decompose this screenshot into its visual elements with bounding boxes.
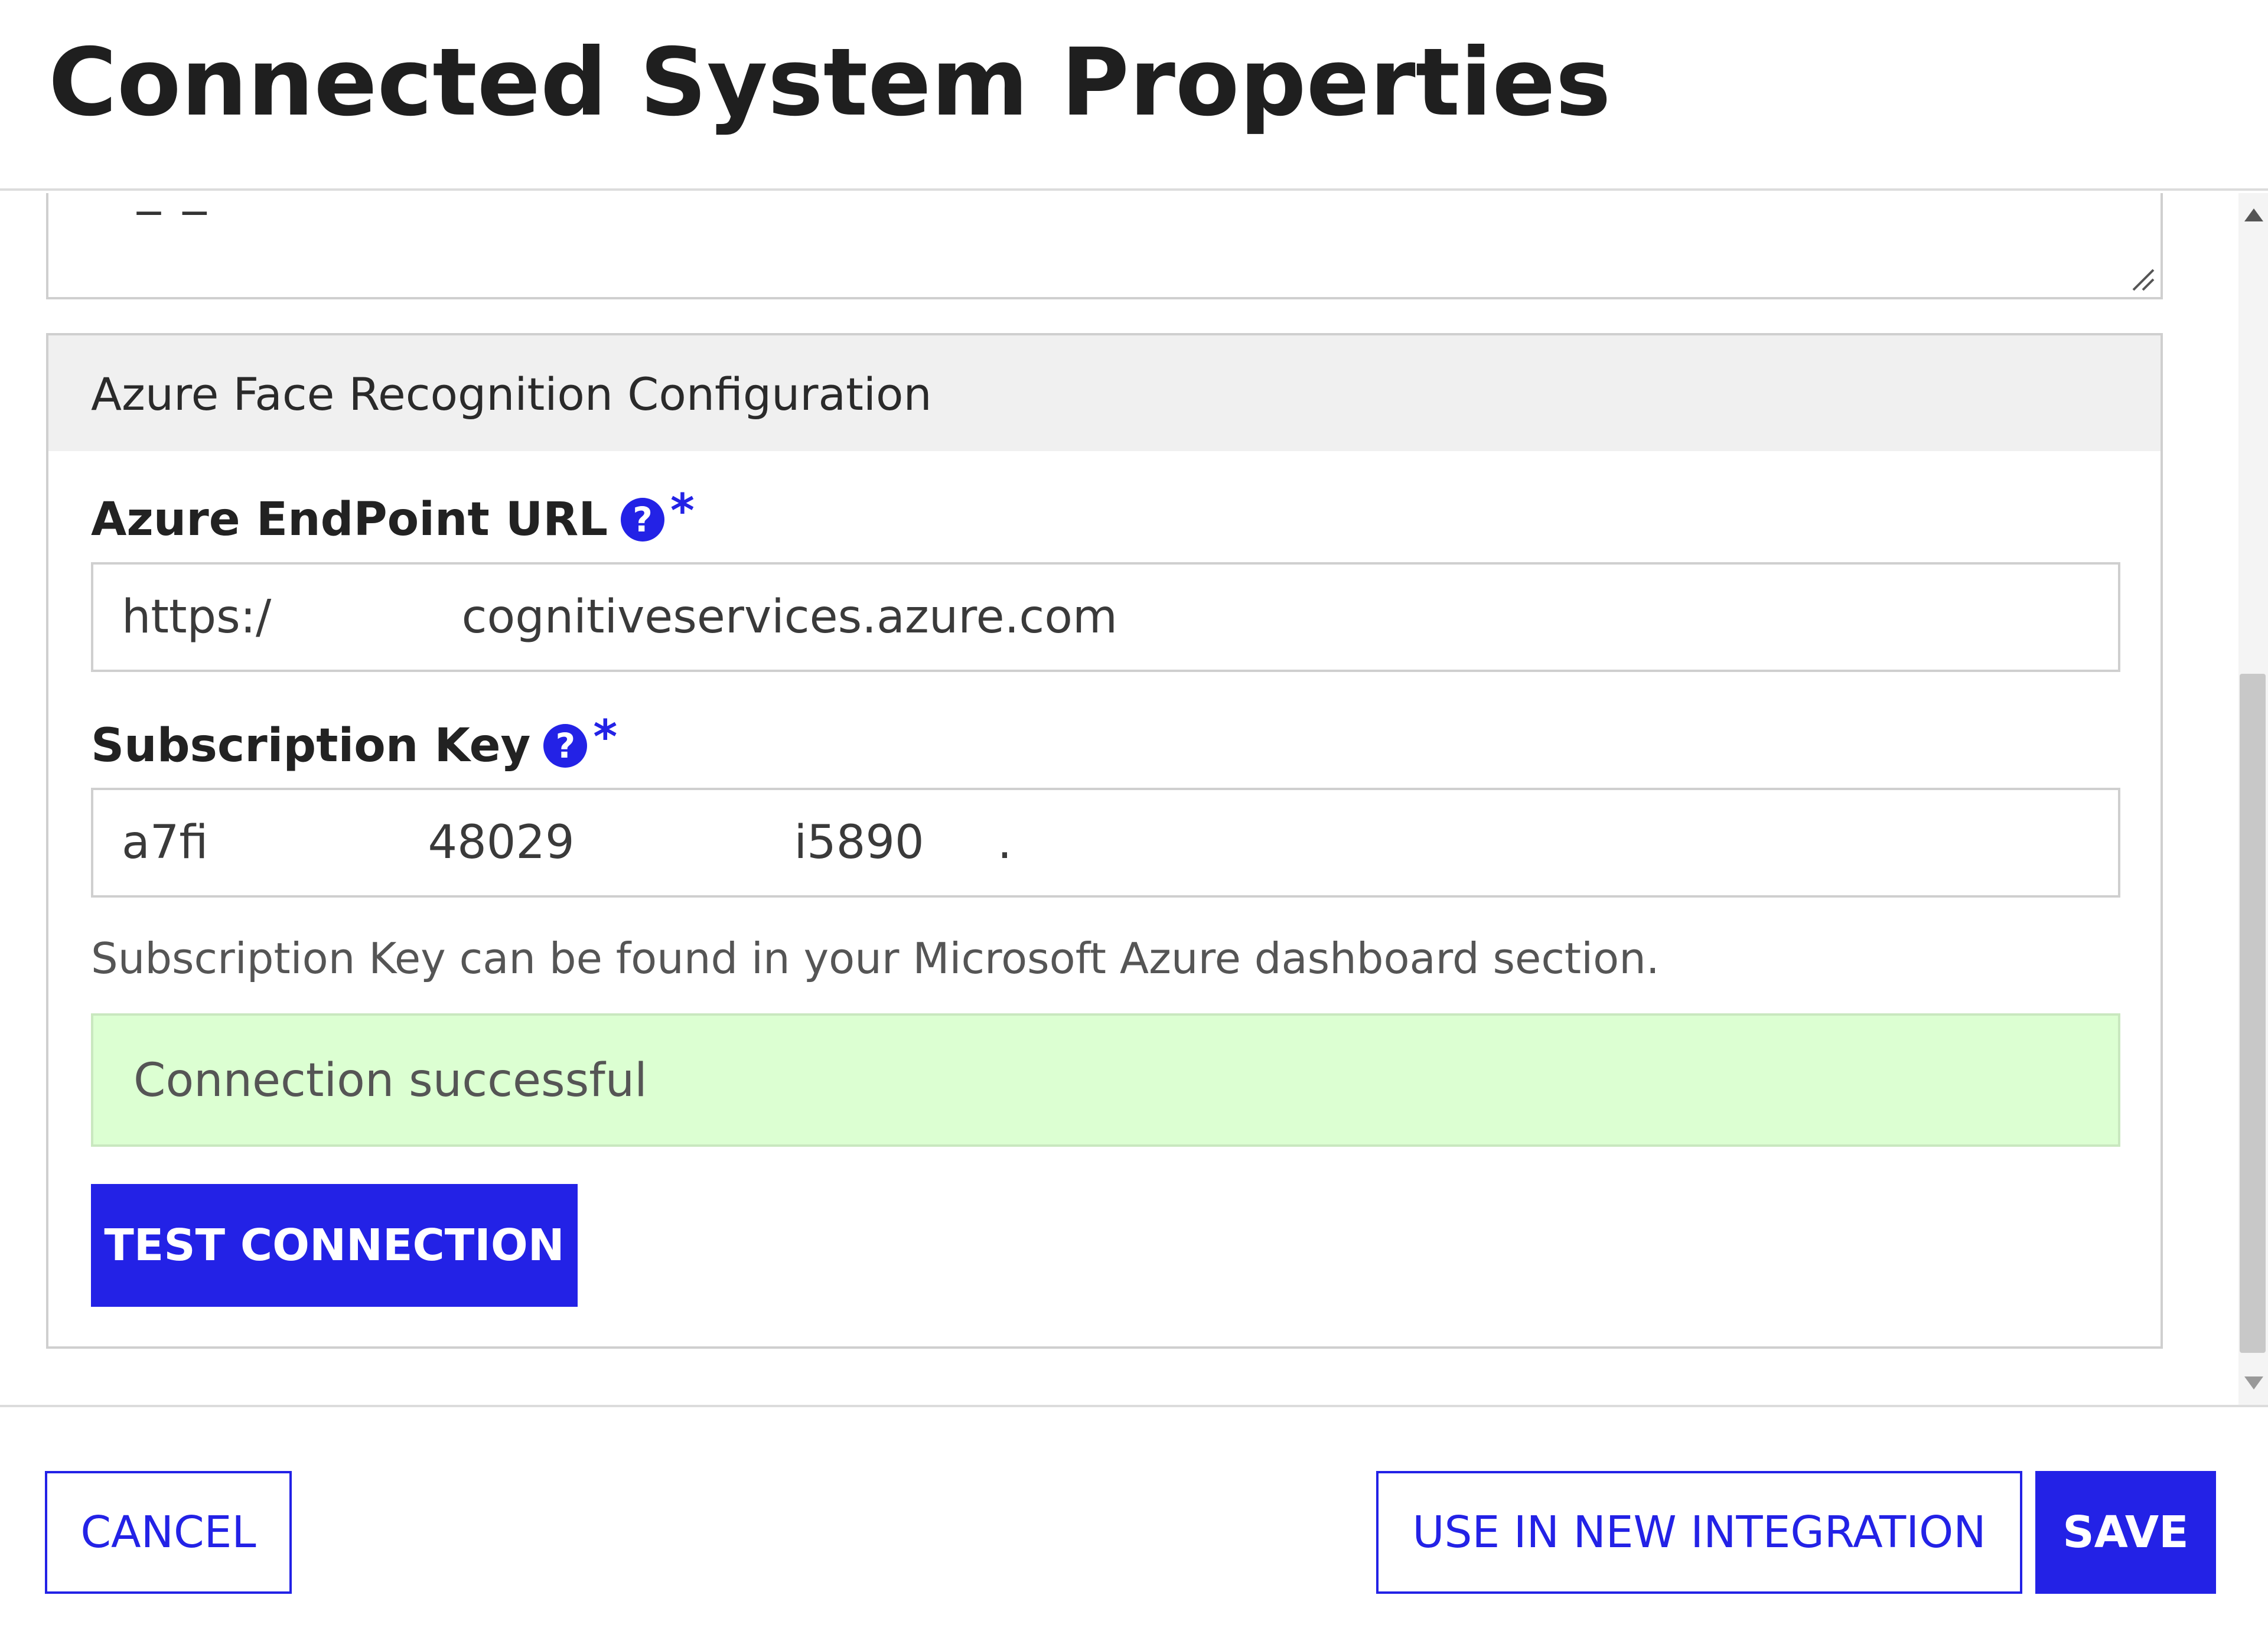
dialog-header: Connected System Properties — [0, 0, 2268, 191]
use-in-new-integration-button[interactable]: USE IN NEW INTEGRATION — [1376, 1471, 2022, 1594]
test-connection-button[interactable]: TEST CONNECTION — [91, 1184, 578, 1307]
azure-config-panel: Azure Face Recognition Configuration Azu… — [46, 333, 2163, 1349]
cancel-button[interactable]: CANCEL — [45, 1471, 292, 1594]
subscription-key-helper: Subscription Key can be found in your Mi… — [91, 934, 1660, 983]
dialog-title: Connected System Properties — [48, 28, 1611, 137]
config-panel-header: Azure Face Recognition Configuration — [48, 335, 2161, 451]
connected-system-dialog: Connected System Properties _ _ Azure Fa… — [0, 0, 2268, 1631]
description-text: _ _ — [137, 193, 210, 215]
body-scrollbar[interactable] — [2238, 193, 2268, 1405]
subscription-key-label: Subscription Key ? * — [91, 711, 617, 775]
required-indicator: * — [593, 711, 618, 764]
connection-status-banner: Connection successful — [91, 1013, 2120, 1147]
endpoint-url-label: Azure EndPoint URL ? * — [91, 485, 695, 549]
question-mark-icon[interactable]: ? — [543, 724, 588, 768]
resize-grip-icon[interactable] — [2130, 266, 2156, 292]
required-indicator: * — [670, 485, 695, 538]
scrollbar-thumb[interactable] — [2240, 674, 2266, 1353]
scroll-up-arrow-icon[interactable] — [2244, 208, 2263, 221]
endpoint-url-input[interactable] — [91, 562, 2120, 672]
question-mark-icon[interactable]: ? — [621, 498, 665, 542]
connection-status-text: Connection successful — [133, 1054, 647, 1107]
dialog-footer: CANCEL USE IN NEW INTEGRATION SAVE — [0, 1405, 2268, 1631]
dialog-body[interactable]: _ _ Azure Face Recognition Configuration… — [0, 193, 2268, 1405]
subscription-key-input[interactable] — [91, 788, 2120, 898]
subscription-key-label-text: Subscription Key — [91, 719, 531, 772]
endpoint-url-label-text: Azure EndPoint URL — [91, 493, 608, 546]
config-section-title: Azure Face Recognition Configuration — [91, 368, 932, 420]
scroll-down-arrow-icon[interactable] — [2244, 1376, 2263, 1389]
description-textarea[interactable]: _ _ — [46, 193, 2163, 299]
save-button[interactable]: SAVE — [2035, 1471, 2216, 1594]
